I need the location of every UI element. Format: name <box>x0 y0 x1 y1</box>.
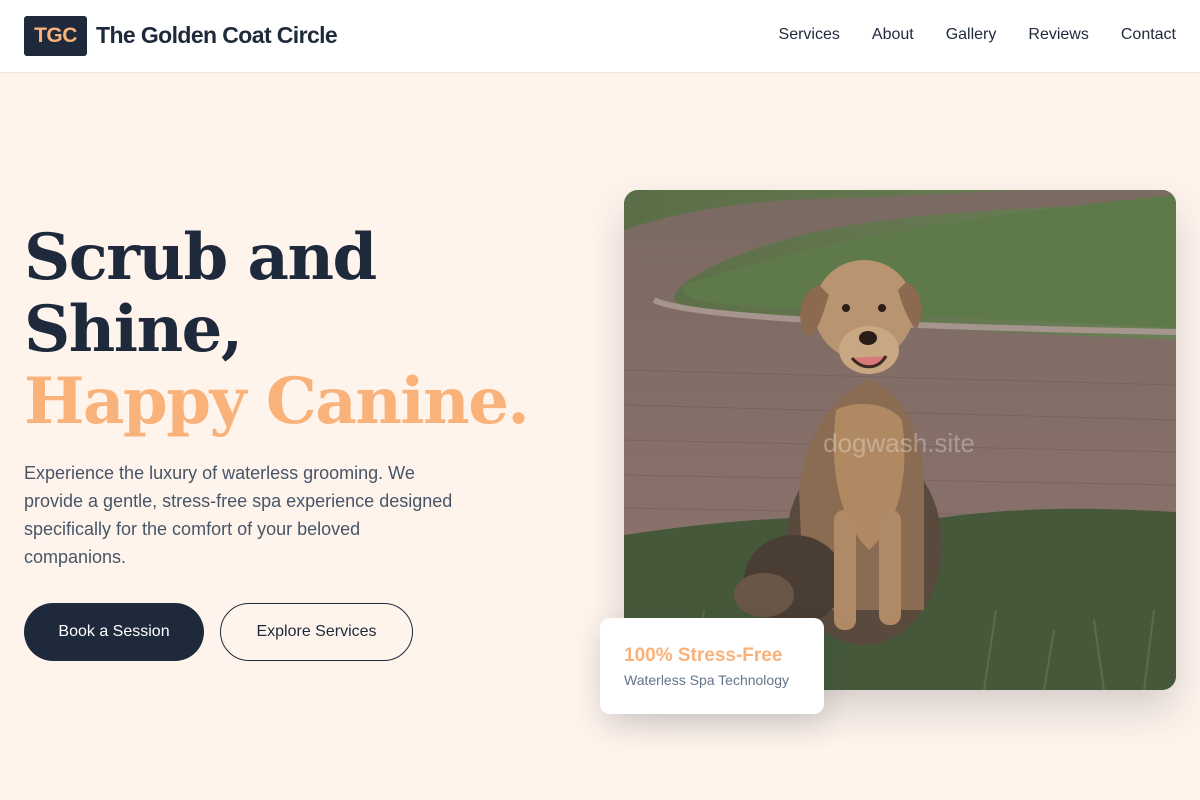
nav-link-about[interactable]: About <box>872 24 914 46</box>
hero-description: Experience the luxury of waterless groom… <box>24 463 453 567</box>
explore-services-button[interactable]: Explore Services <box>220 603 413 661</box>
nav-link-gallery[interactable]: Gallery <box>946 24 997 46</box>
image-watermark: dogwash.site <box>823 428 975 458</box>
book-session-button[interactable]: Book a Session <box>24 603 204 661</box>
nav-link-services[interactable]: Services <box>779 24 840 46</box>
hero-title-line-1: Scrub and <box>24 220 377 295</box>
badge-title: 100% Stress-Free <box>624 645 783 666</box>
main-nav: Services About Gallery Reviews Contact <box>779 24 1176 46</box>
hero-image: dogwash.site <box>624 190 1176 690</box>
logo-badge[interactable]: TGC <box>24 16 87 56</box>
dog-photo-icon: dogwash.site <box>624 190 1176 690</box>
hero-title: Scrub and Shine, Happy Canine. <box>24 220 530 439</box>
badge-subtitle: Waterless Spa Technology <box>624 672 789 688</box>
brand-name[interactable]: The Golden Coat Circle <box>96 19 338 51</box>
hero-title-line-2: Shine, <box>24 292 243 367</box>
nav-link-contact[interactable]: Contact <box>1121 24 1176 46</box>
hero-title-accent: Happy Canine. <box>24 364 530 439</box>
nav-link-reviews[interactable]: Reviews <box>1028 24 1088 46</box>
stress-free-badge: 100% Stress-Free Waterless Spa Technolog… <box>600 618 824 714</box>
site-header: TGC The Golden Coat Circle Services Abou… <box>0 0 1200 73</box>
